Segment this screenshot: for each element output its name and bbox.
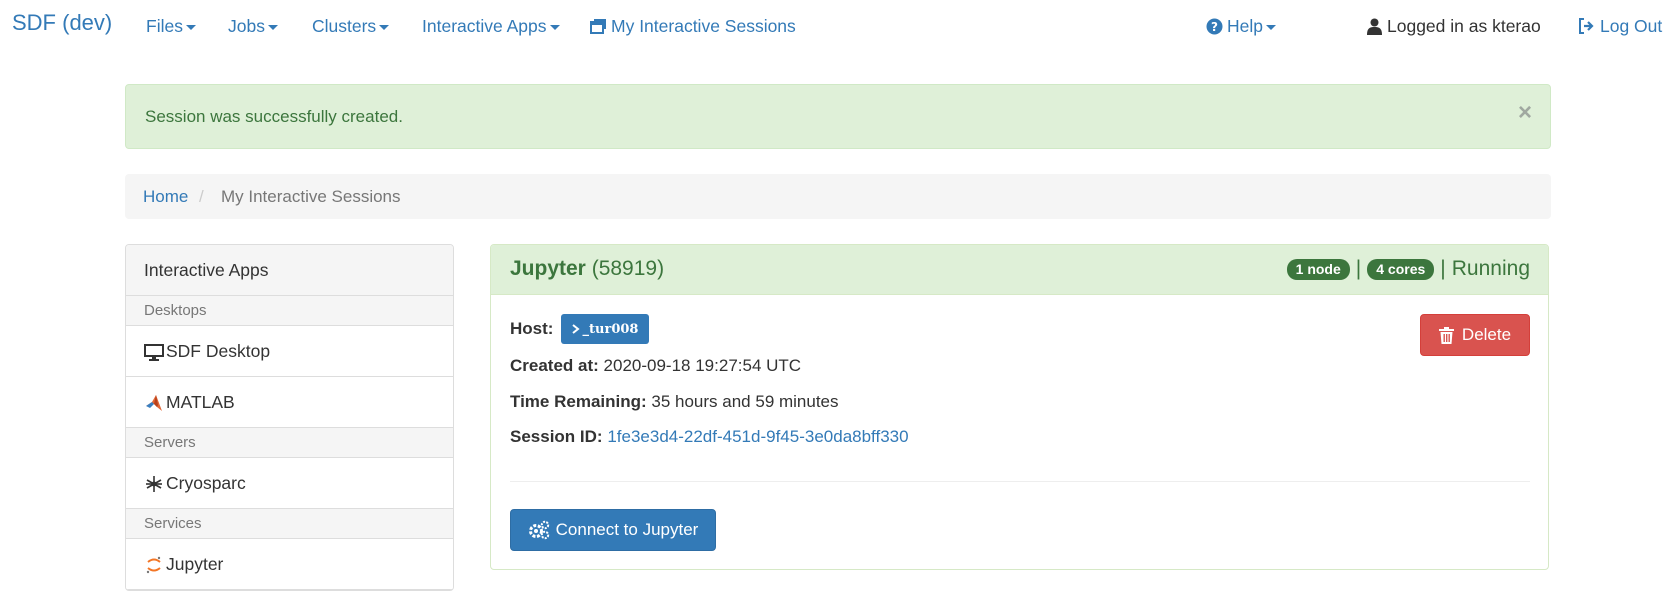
time-remaining-row: Time Remaining: 35 hours and 59 minutes xyxy=(510,392,839,412)
cores-badge: 4 cores xyxy=(1367,258,1435,280)
host-row: Host: xyxy=(510,319,553,339)
nav-my-sessions-label: My Interactive Sessions xyxy=(611,16,796,36)
sidebar-category-label: Services xyxy=(144,515,202,532)
host-shell-button[interactable]: _tur008 xyxy=(561,314,649,344)
svg-text:?: ? xyxy=(1211,20,1218,34)
sidebar-category-label: Desktops xyxy=(144,302,207,319)
sidebar-item-jupyter[interactable]: Jupyter xyxy=(126,539,453,590)
sidebar-header: Interactive Apps xyxy=(126,245,453,296)
logged-in-label: Logged in as kterao xyxy=(1387,16,1541,36)
desktop-icon xyxy=(144,344,164,361)
sidebar-item-matlab[interactable]: MATLAB xyxy=(126,377,453,428)
connect-to-jupyter-button[interactable]: Connect to Jupyter xyxy=(510,509,716,551)
sidebar-title: Interactive Apps xyxy=(144,260,269,280)
nav-interactive-apps-label: Interactive Apps xyxy=(422,16,547,36)
session-card-header: Jupyter (58919) 1 node | 4 cores | Runni… xyxy=(491,245,1548,295)
sidebar-item-sdf-desktop[interactable]: SDF Desktop xyxy=(126,326,453,377)
sidebar-category-label: Servers xyxy=(144,434,196,451)
jupyter-icon xyxy=(146,556,161,574)
nav-jobs-label: Jobs xyxy=(228,16,265,36)
caret-down-icon xyxy=(379,24,390,30)
breadcrumb: Home / My Interactive Sessions xyxy=(125,174,1551,219)
session-id-label: Session ID: xyxy=(510,427,603,446)
matlab-icon xyxy=(146,395,162,411)
trash-icon xyxy=(1438,326,1454,344)
time-remaining-label: Time Remaining: xyxy=(510,392,647,411)
caret-down-icon xyxy=(549,24,560,30)
sidebar-category-services: Services xyxy=(126,509,453,539)
caret-down-icon xyxy=(185,24,196,30)
sessions-icon xyxy=(590,18,606,34)
status-separator: | xyxy=(1355,257,1362,280)
sidebar-item-label: SDF Desktop xyxy=(166,341,271,361)
session-app-name: Jupyter xyxy=(510,257,586,280)
top-navbar: SDF (dev) Files Jobs Clusters Interactiv… xyxy=(0,0,1672,52)
created-value: 2020-09-18 19:27:54 UTC xyxy=(603,356,802,375)
brand-link[interactable]: SDF (dev) xyxy=(12,11,112,35)
sidebar-category-servers: Servers xyxy=(126,428,453,458)
cryosparc-icon xyxy=(146,476,162,492)
time-remaining-value: 35 hours and 59 minutes xyxy=(651,392,839,411)
session-job-id: (58919) xyxy=(591,257,665,280)
breadcrumb-current: My Interactive Sessions xyxy=(221,187,401,206)
nodes-badge: 1 node xyxy=(1286,258,1350,280)
logout-link[interactable]: Log Out xyxy=(1578,14,1662,38)
created-row: Created at: 2020-09-18 19:27:54 UTC xyxy=(510,356,801,376)
sidebar-category-desktops: Desktops xyxy=(126,296,453,326)
session-id-link[interactable]: 1fe3e3d4-22df-451d-9f45-3e0da8bff330 xyxy=(607,427,908,446)
cogs-icon xyxy=(528,520,549,540)
user-icon xyxy=(1367,18,1382,35)
divider xyxy=(510,481,1530,482)
nav-help-dropdown[interactable]: ? Help xyxy=(1206,14,1276,38)
host-value: _tur008 xyxy=(582,321,639,337)
interactive-apps-sidebar: Interactive Apps Desktops SDF Desktop MA… xyxy=(125,244,454,591)
delete-button[interactable]: Delete xyxy=(1420,314,1530,356)
caret-down-icon xyxy=(1266,24,1276,30)
breadcrumb-home-link[interactable]: Home xyxy=(143,187,188,207)
session-card: Jupyter (58919) 1 node | 4 cores | Runni… xyxy=(490,244,1549,570)
logged-in-user: Logged in as kterao xyxy=(1367,14,1541,38)
close-icon[interactable]: × xyxy=(1518,101,1532,125)
nav-interactive-apps-dropdown[interactable]: Interactive Apps xyxy=(422,14,560,38)
caret-down-icon xyxy=(267,24,278,30)
sidebar-item-cryosparc[interactable]: Cryosparc xyxy=(126,458,453,509)
status-separator: | xyxy=(1440,257,1446,280)
delete-label: Delete xyxy=(1461,325,1512,344)
connect-label: Connect to Jupyter xyxy=(555,520,699,539)
sidebar-item-label: Cryosparc xyxy=(166,473,246,493)
question-circle-icon: ? xyxy=(1206,18,1223,34)
session-status-group: 1 node | 4 cores | Running xyxy=(1286,257,1530,281)
breadcrumb-separator: / xyxy=(199,187,204,206)
nav-my-sessions-link[interactable]: My Interactive Sessions xyxy=(590,14,796,38)
sign-out-icon xyxy=(1579,18,1594,34)
nav-files-label: Files xyxy=(146,16,183,36)
host-label: Host: xyxy=(510,319,554,338)
nav-clusters-dropdown[interactable]: Clusters xyxy=(312,14,390,38)
nav-jobs-dropdown[interactable]: Jobs xyxy=(228,14,278,38)
created-label: Created at: xyxy=(510,356,599,375)
sidebar-item-label: Jupyter xyxy=(166,554,224,574)
success-alert: Session was successfully created. × xyxy=(125,84,1551,149)
logout-label: Log Out xyxy=(1600,16,1663,36)
session-id-row: Session ID: 1fe3e3d4-22df-451d-9f45-3e0d… xyxy=(510,427,909,447)
nav-help-label: Help xyxy=(1227,16,1263,36)
alert-message: Session was successfully created. xyxy=(145,107,403,126)
session-status: Running xyxy=(1451,257,1530,280)
session-title: Jupyter (58919) xyxy=(510,257,664,281)
terminal-icon xyxy=(571,324,580,334)
nav-files-dropdown[interactable]: Files xyxy=(146,14,196,38)
nav-clusters-label: Clusters xyxy=(312,16,377,36)
sidebar-item-label: MATLAB xyxy=(166,392,235,412)
